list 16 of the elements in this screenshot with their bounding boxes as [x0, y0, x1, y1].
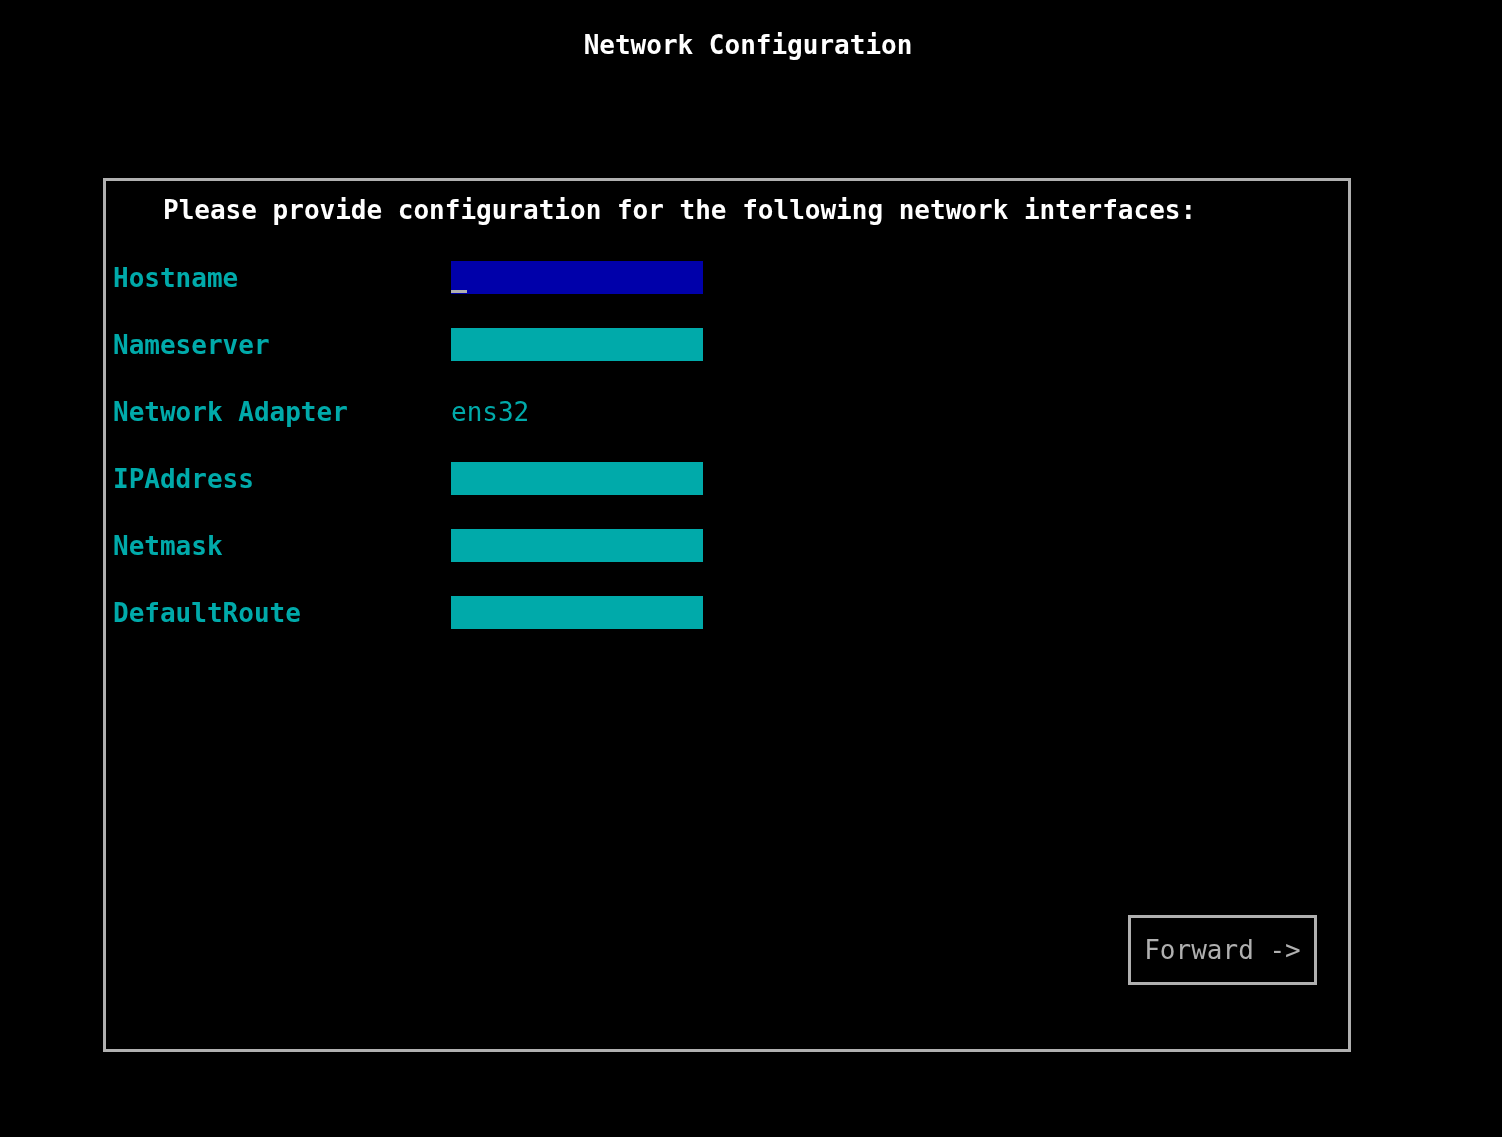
- field-label: Nameserver: [113, 329, 270, 360]
- input-field[interactable]: [451, 596, 703, 629]
- field-label: Network Adapter: [113, 396, 348, 427]
- input-field[interactable]: [451, 462, 703, 495]
- field-value: ens32: [451, 396, 530, 427]
- field-label: IPAddress: [113, 463, 254, 494]
- forward-button[interactable]: Forward ->: [1128, 915, 1317, 985]
- field-label: Hostname: [113, 262, 239, 293]
- screen-title: Network Configuration: [582, 30, 914, 60]
- text-cursor: [451, 290, 467, 293]
- field-label: Netmask: [113, 530, 223, 561]
- input-field[interactable]: [451, 261, 703, 294]
- prompt-text: Please provide configuration for the following network interfaces:: [163, 195, 1198, 225]
- input-field[interactable]: [451, 529, 703, 562]
- field-label: DefaultRoute: [113, 597, 301, 628]
- input-field[interactable]: [451, 328, 703, 361]
